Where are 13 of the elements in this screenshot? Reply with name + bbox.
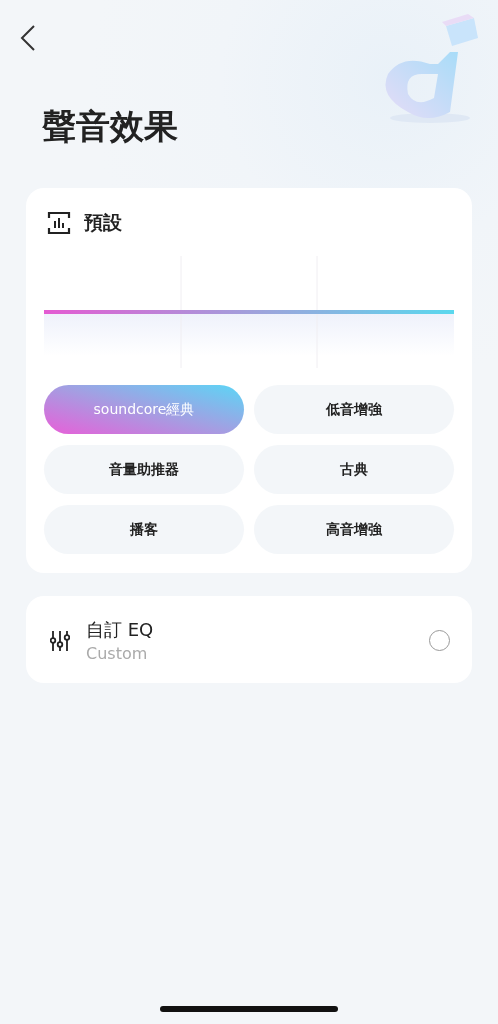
custom-eq-subtitle: Custom [86, 644, 149, 663]
preset-button[interactable]: 高音增強 [254, 505, 454, 554]
custom-eq-card[interactable]: 自訂 EQ Custom [26, 596, 472, 683]
section-heading: 預設 [84, 210, 122, 235]
preset-button[interactable]: 播客 [44, 505, 244, 554]
page-title: 聲音效果 [42, 106, 179, 148]
sliders-icon [50, 629, 70, 652]
custom-eq-title: 自訂 EQ [86, 618, 155, 642]
preset-button[interactable]: 音量助推器 [44, 445, 244, 494]
preset-button[interactable]: 古典 [254, 445, 454, 494]
back-icon[interactable] [20, 24, 36, 52]
equalizer-icon [46, 210, 72, 236]
preset-button[interactable]: 低音增強 [254, 385, 454, 434]
